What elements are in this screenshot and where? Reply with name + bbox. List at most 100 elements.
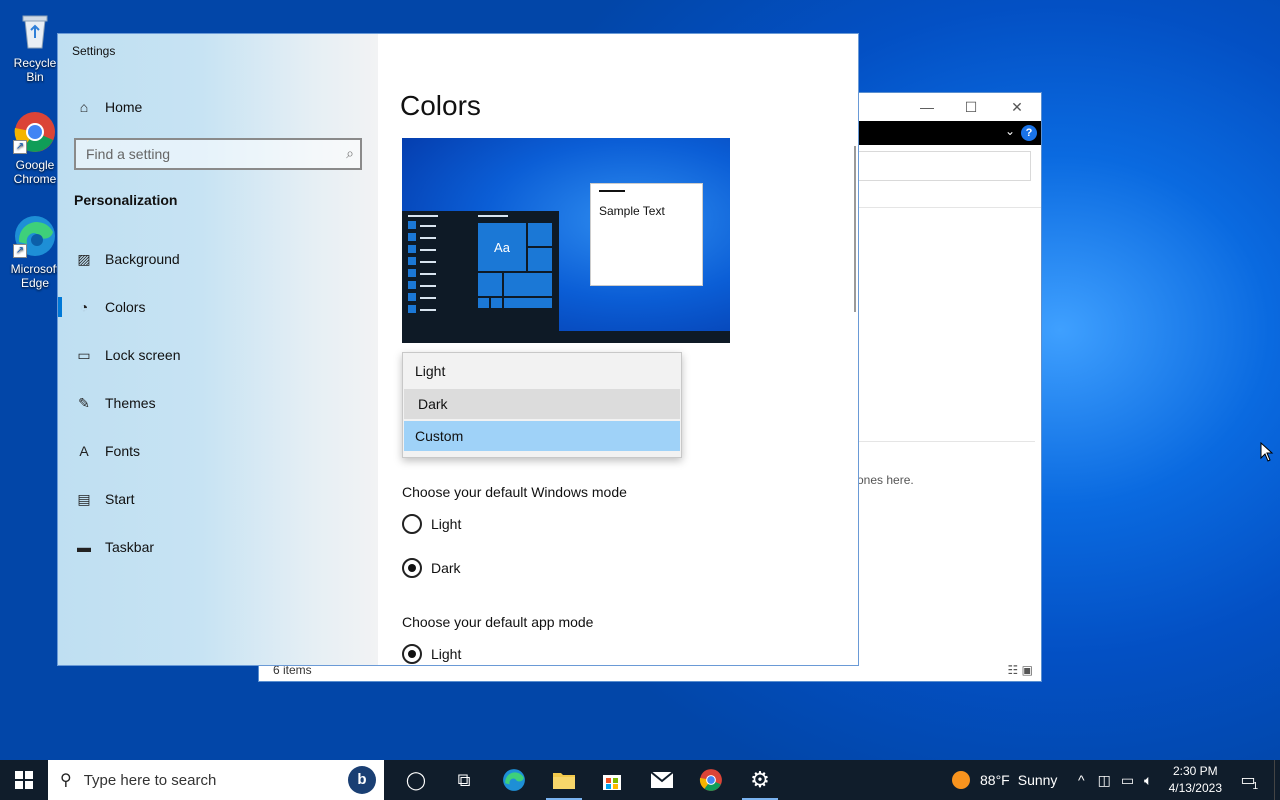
system-tray: ^ ◫ ▭ 🔈︎ [1070, 760, 1157, 800]
color-preview: Aa Sample Text [402, 138, 730, 343]
shortcut-arrow-icon: ↗ [13, 244, 27, 258]
task-view-button[interactable]: ⧉ [440, 760, 488, 800]
search-placeholder: Find a setting [86, 146, 171, 162]
weather-widget[interactable]: 88°F Sunny [952, 760, 1057, 800]
edge-icon: ↗ [13, 214, 57, 258]
help-icon[interactable]: ? [1021, 125, 1037, 141]
find-setting-input[interactable]: Find a setting ⌕ [74, 138, 362, 170]
dropdown-option-custom[interactable]: Custom [404, 421, 680, 451]
divider [857, 441, 1035, 442]
nav-start[interactable]: ▤ Start [58, 479, 378, 519]
start-icon: ▤ [77, 490, 91, 507]
palette-icon: ◔ [79, 299, 89, 315]
edge-taskbar-button[interactable] [490, 760, 538, 800]
nav-fonts[interactable]: A Fonts [58, 431, 378, 471]
preview-start-menu: Aa [402, 211, 559, 343]
font-icon: A [79, 443, 89, 459]
recycle-bin-icon [13, 8, 57, 52]
shortcut-arrow-icon: ↗ [13, 140, 27, 154]
image-icon: ▨ [77, 250, 91, 267]
nav-themes[interactable]: ✎ Themes [58, 383, 378, 423]
search-box[interactable] [857, 151, 1031, 181]
nav-background[interactable]: ▨ Background [58, 239, 378, 279]
search-icon: ⌕ [346, 145, 354, 161]
desktop-icon-label: Recycle Bin [13, 56, 57, 84]
notification-count: 1 [1252, 781, 1258, 792]
taskbar: ⚲ Type here to search b ◯ ⧉ ⚙ 88°F Sunny… [0, 760, 1280, 800]
nav-home[interactable]: ⌂ Home [58, 87, 378, 127]
settings-taskbar-button[interactable]: ⚙ [736, 760, 784, 800]
store-icon [603, 775, 621, 790]
search-icon: ⚲ [60, 772, 72, 789]
system-clock[interactable]: 2:30 PM 4/13/2023 [1169, 763, 1222, 797]
store-taskbar-button[interactable] [588, 760, 636, 800]
chrome-icon: ↗ [13, 110, 57, 154]
dropdown-option-light[interactable]: Light [404, 356, 680, 386]
lock-screen-icon: ▭ [77, 346, 91, 363]
network-icon[interactable]: ▭ [1121, 772, 1134, 789]
dropdown-option-dark[interactable]: Dark [404, 389, 680, 419]
radio-label: Light [431, 516, 462, 532]
large-icons-view-icon[interactable]: ▣ [1022, 663, 1033, 677]
radio-label: Light [431, 646, 462, 662]
radio-circle[interactable] [402, 514, 422, 534]
search-placeholder: Type here to search [83, 771, 217, 789]
desktop-icon-label: Google Chrome [13, 158, 57, 186]
page-title: Colors [400, 90, 481, 121]
windows-mode-label: Choose your default Windows mode [402, 484, 627, 500]
mail-taskbar-button[interactable] [638, 760, 686, 800]
volume-icon[interactable]: 🔈︎ [1144, 772, 1152, 789]
nav-label: Background [105, 251, 180, 267]
radio-circle[interactable] [402, 558, 422, 578]
mail-icon [650, 771, 674, 788]
radio-circle[interactable] [402, 644, 422, 664]
app-mode-label: Choose your default app mode [402, 614, 594, 630]
nav-lock-screen[interactable]: ▭ Lock screen [58, 335, 378, 375]
choose-color-dropdown[interactable]: Light Dark Custom [402, 352, 682, 458]
nav-label: Lock screen [105, 347, 181, 363]
windows-mode-dark-radio[interactable]: Dark [402, 558, 461, 578]
nav-label: Home [105, 99, 143, 115]
radio-label: Dark [431, 560, 461, 576]
action-center-button[interactable]: ▭ 1 [1226, 760, 1270, 800]
meet-now-icon[interactable]: ◫ [1098, 772, 1111, 789]
taskbar-search-box[interactable]: ⚲ Type here to search b [48, 760, 384, 800]
nav-label: Themes [105, 395, 156, 411]
bing-icon[interactable]: b [348, 766, 376, 794]
chevron-up-icon[interactable]: ^ [1078, 772, 1085, 788]
gear-icon: ⚙ [750, 767, 770, 792]
maximize-button[interactable]: ☐ [957, 97, 985, 117]
show-desktop-button[interactable] [1274, 760, 1280, 800]
minimize-button[interactable]: — [913, 97, 941, 117]
details-view-icon[interactable]: ☷ [1008, 663, 1019, 677]
nav-colors[interactable]: ◔ Colors [58, 287, 378, 327]
windows-logo-icon [15, 771, 33, 789]
mouse-cursor [1260, 441, 1274, 467]
view-toggle[interactable]: ☷ ▣ [1008, 663, 1033, 677]
sun-icon [952, 771, 970, 789]
preview-tile: Aa [477, 222, 527, 272]
settings-sidebar: Settings ⌂ Home Find a setting ⌕ Persona… [58, 34, 378, 665]
nav-label: Taskbar [105, 539, 155, 555]
close-button[interactable]: ✕ [1003, 97, 1031, 117]
nav-label: Start [105, 491, 135, 507]
file-explorer-taskbar-button[interactable] [540, 760, 588, 800]
divider [857, 207, 1041, 208]
weather-condition: Sunny [1017, 772, 1058, 788]
app-mode-light-radio[interactable]: Light [402, 644, 461, 664]
chevron-down-icon[interactable]: ⌄ [1005, 124, 1015, 138]
windows-mode-light-radio[interactable]: Light [402, 514, 461, 534]
settings-content: Colors Aa Sample Text Light Dark Custom … [378, 34, 858, 665]
chrome-taskbar-button[interactable] [687, 760, 735, 800]
desktop-icon-label: Microsoft Edge [10, 262, 60, 290]
start-button[interactable] [0, 760, 48, 800]
folder-icon [553, 773, 575, 789]
scrollbar[interactable] [854, 146, 856, 312]
nav-taskbar[interactable]: ▬ Taskbar [58, 527, 378, 567]
settings-window[interactable]: Settings ⌂ Home Find a setting ⌕ Persona… [57, 33, 859, 666]
clock-time: 2:30 PM [1172, 764, 1218, 778]
weather-temp: 88°F [980, 772, 1010, 788]
sample-text: Sample Text [599, 204, 665, 218]
cortana-button[interactable]: ◯ [392, 760, 440, 800]
section-title: Personalization [74, 192, 178, 208]
